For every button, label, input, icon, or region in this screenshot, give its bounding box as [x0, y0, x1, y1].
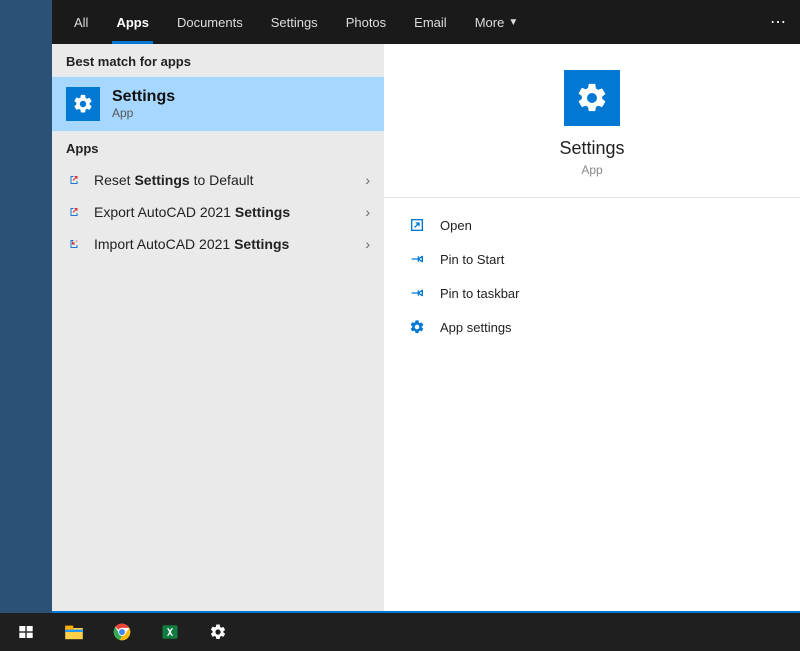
- tab-label: Documents: [177, 15, 243, 30]
- best-match-item[interactable]: Settings App: [52, 77, 384, 131]
- best-match-title: Settings: [112, 88, 175, 106]
- action-label: App settings: [440, 320, 512, 335]
- best-match-sub: App: [112, 106, 175, 120]
- ellipsis-icon: ⋯: [770, 12, 786, 32]
- best-match-header: Best match for apps: [52, 44, 384, 77]
- export-icon: [66, 204, 82, 220]
- results-pane: Best match for apps Settings App Apps Re…: [52, 44, 384, 611]
- action-pin-start[interactable]: Pin to Start: [384, 242, 800, 276]
- tab-bar: All Apps Documents Settings Photos Email…: [52, 0, 800, 44]
- file-explorer-button[interactable]: [52, 613, 96, 651]
- tab-documents[interactable]: Documents: [163, 0, 257, 44]
- action-list: Open Pin to Start Pin to taskbar: [384, 198, 800, 354]
- start-button[interactable]: [4, 613, 48, 651]
- result-item[interactable]: Reset Settings to Default ›: [52, 164, 384, 196]
- action-open[interactable]: Open: [384, 208, 800, 242]
- tab-photos[interactable]: Photos: [332, 0, 400, 44]
- detail-header: Settings App: [384, 44, 800, 198]
- action-label: Pin to Start: [440, 252, 504, 267]
- tab-label: Settings: [271, 15, 318, 30]
- detail-pane: Settings App Open Pin to Start: [384, 44, 800, 611]
- import-icon: [66, 236, 82, 252]
- best-match-text: Settings App: [112, 88, 175, 120]
- tab-label: Email: [414, 15, 447, 30]
- gear-icon: [66, 87, 100, 121]
- detail-title: Settings: [559, 138, 624, 159]
- result-text: Reset Settings to Default: [94, 172, 365, 188]
- chrome-button[interactable]: [100, 613, 144, 651]
- chevron-right-icon: ›: [365, 236, 370, 252]
- detail-sub: App: [581, 163, 602, 177]
- result-item[interactable]: Import AutoCAD 2021 Settings ›: [52, 228, 384, 260]
- tab-apps[interactable]: Apps: [102, 0, 163, 44]
- action-label: Open: [440, 218, 472, 233]
- tab-settings[interactable]: Settings: [257, 0, 332, 44]
- pin-icon: [408, 284, 426, 302]
- chevron-down-icon: ▼: [508, 17, 518, 28]
- tab-email[interactable]: Email: [400, 0, 461, 44]
- action-pin-taskbar[interactable]: Pin to taskbar: [384, 276, 800, 310]
- chevron-right-icon: ›: [365, 172, 370, 188]
- action-app-settings[interactable]: App settings: [384, 310, 800, 344]
- tab-label: All: [74, 15, 88, 30]
- settings-button[interactable]: [196, 613, 240, 651]
- chevron-right-icon: ›: [365, 204, 370, 220]
- gear-icon: [408, 318, 426, 336]
- gear-icon: [564, 70, 620, 126]
- apps-header: Apps: [52, 131, 384, 164]
- overflow-button[interactable]: ⋯: [756, 0, 800, 44]
- open-icon: [408, 216, 426, 234]
- taskbar: [0, 613, 800, 651]
- tab-label: More: [475, 15, 505, 30]
- result-text: Import AutoCAD 2021 Settings: [94, 236, 365, 252]
- pin-icon: [408, 250, 426, 268]
- action-label: Pin to taskbar: [440, 286, 520, 301]
- tab-all[interactable]: All: [60, 0, 102, 44]
- search-window: All Apps Documents Settings Photos Email…: [52, 0, 800, 651]
- export-icon: [66, 172, 82, 188]
- tab-label: Apps: [116, 15, 149, 30]
- tab-label: Photos: [346, 15, 386, 30]
- result-item[interactable]: Export AutoCAD 2021 Settings ›: [52, 196, 384, 228]
- result-text: Export AutoCAD 2021 Settings: [94, 204, 365, 220]
- excel-button[interactable]: [148, 613, 192, 651]
- main-split: Best match for apps Settings App Apps Re…: [52, 44, 800, 611]
- tab-more[interactable]: More ▼: [461, 0, 533, 44]
